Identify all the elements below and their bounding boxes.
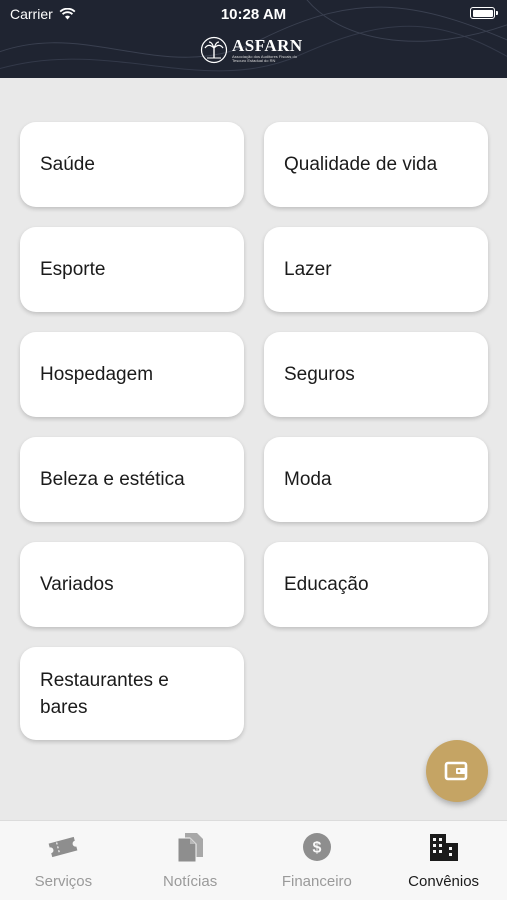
tab-servicos[interactable]: Serviços [0,821,127,900]
category-saude[interactable]: Saúde [20,122,244,207]
tab-noticias[interactable]: Notícias [127,821,254,900]
palm-tree-logo-icon [200,36,228,64]
dollar-icon: $ [302,833,331,861]
tab-convenios[interactable]: Convênios [380,821,507,900]
logo-subtitle: Associação dos Auditores Fiscais do Teso… [232,53,297,63]
ticket-icon [49,836,78,858]
category-seguros[interactable]: Seguros [264,332,488,417]
status-time: 10:28 AM [220,6,287,23]
category-label: Lazer [284,259,332,280]
category-lazer[interactable]: Lazer [264,227,488,312]
tab-bar: Serviços Notícias $ Financeiro Convênios [0,820,507,900]
status-bar: Carrier 10:28 AM [0,0,507,28]
category-label: Moda [284,469,332,490]
document-icon [177,833,204,863]
building-icon [429,834,458,861]
asfarn-logo: ASFARN Associação dos Auditores Fiscais … [200,36,303,64]
category-hospedagem[interactable]: Hospedagem [20,332,244,417]
category-variados[interactable]: Variados [20,542,244,627]
category-label: Esporte [40,259,106,280]
tab-label: Notícias [163,873,218,890]
category-esporte[interactable]: Esporte [20,227,244,312]
logo-name: ASFARN [232,35,303,55]
category-label: Qualidade de vida [284,154,438,175]
category-label: Saúde [40,154,95,175]
tab-financeiro[interactable]: $ Financeiro [254,821,381,900]
category-label: Seguros [284,364,355,385]
category-educacao[interactable]: Educação [264,542,488,627]
tab-label: Financeiro [281,873,352,890]
category-restaurantes-e-bares[interactable]: Restaurantes e bares [20,647,244,740]
category-label: Variados [40,574,114,595]
tab-label: Serviços [34,873,93,890]
category-moda[interactable]: Moda [264,437,488,522]
wallet-icon [444,761,468,781]
category-label: Hospedagem [40,364,154,385]
app-header: Carrier 10:28 AM ASFARN Associação dos A… [0,0,507,78]
category-label: Restaurantes e bares [40,669,169,718]
category-beleza-e-estetica[interactable]: Beleza e estética [20,437,244,522]
tab-label: Convênios [408,873,480,890]
category-label: Beleza e estética [40,469,185,490]
category-qualidade-de-vida[interactable]: Qualidade de vida [264,122,488,207]
wallet-fab-button[interactable] [426,740,488,802]
category-label: Educação [284,574,369,595]
svg-text:$: $ [312,840,321,857]
battery-icon [470,7,498,19]
